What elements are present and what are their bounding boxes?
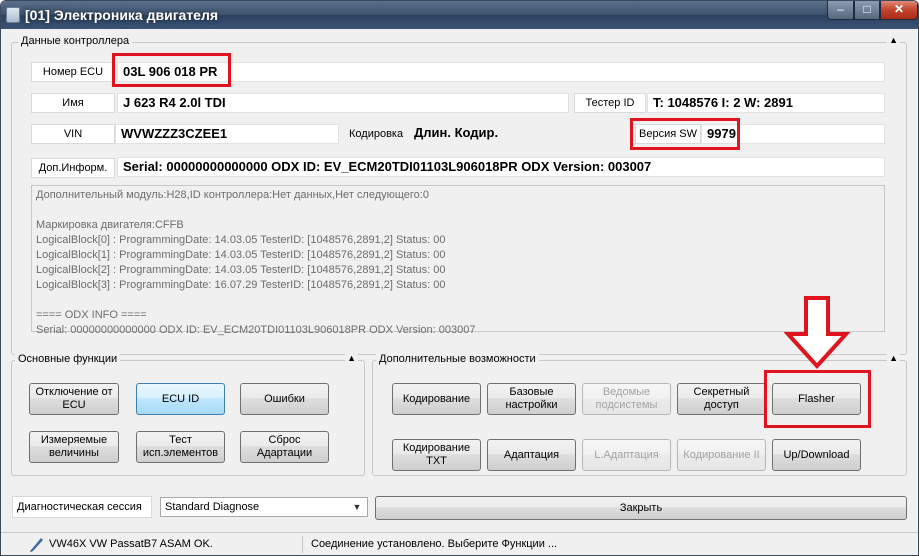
info-line xyxy=(36,293,880,308)
feather-pen-icon xyxy=(30,538,43,552)
l-adaptation-button[interactable]: L.Адаптация xyxy=(582,439,671,471)
info-line: Serial: 00000000000000 ODX ID: EV_ECM20T… xyxy=(36,324,476,336)
basic-settings-button[interactable]: Базовые настройки xyxy=(487,383,576,415)
coding-ii-button[interactable]: Кодирование II xyxy=(677,439,766,471)
close-button[interactable]: Закрыть xyxy=(375,496,907,520)
name-label: Имя xyxy=(31,93,115,113)
diagnostic-session-select[interactable]: Standard Diagnose ▼ xyxy=(160,497,368,517)
coding-label: Кодировка xyxy=(349,128,404,140)
info-line xyxy=(36,203,880,218)
down-arrow-annotation-icon xyxy=(784,296,851,369)
tester-id-value: T: 1048576 I: 2 W: 2891 xyxy=(647,93,885,113)
chevron-down-icon[interactable]: ▼ xyxy=(349,499,365,515)
app-window: [01] Электроника двигателя – □ ✕ Данные … xyxy=(0,0,919,556)
info-line: LogicalBlock[2] : ProgrammingDate: 14.03… xyxy=(36,264,446,276)
ecu-number-label: Номер ECU xyxy=(31,62,115,82)
info-line: Дополнительный модуль:H28,ID контроллера… xyxy=(36,189,429,201)
controller-data-legend: Данные контроллера xyxy=(18,35,133,47)
ecu-id-button[interactable]: ECU ID xyxy=(136,383,225,415)
sw-version-highlight xyxy=(630,118,740,150)
client-area: Данные контроллера ▲ Номер ECU 03L 906 0… xyxy=(9,30,911,550)
coding-txt-button[interactable]: Кодирование TXT xyxy=(392,439,481,471)
collapse-arrow-icon[interactable]: ▲ xyxy=(345,353,358,363)
diagnostic-session-value: Standard Diagnose xyxy=(165,501,260,513)
app-icon xyxy=(6,7,20,23)
info-text-box[interactable]: Дополнительный модуль:H28,ID контроллера… xyxy=(31,185,885,336)
minimize-button[interactable]: – xyxy=(827,1,854,20)
close-window-button[interactable]: ✕ xyxy=(880,1,918,20)
coding-value: Длин. Кодир. xyxy=(414,125,499,140)
info-line: Маркировка двигателя:CFFB xyxy=(36,219,184,231)
measured-values-button[interactable]: Измеряемые величины xyxy=(29,431,119,463)
collapse-arrow-icon[interactable]: ▲ xyxy=(887,353,900,363)
security-access-button[interactable]: Секретный доступ xyxy=(677,383,766,415)
maximize-button[interactable]: □ xyxy=(854,1,880,20)
info-line: LogicalBlock[1] : ProgrammingDate: 14.03… xyxy=(36,249,446,261)
slave-systems-button[interactable]: Ведомые подсистемы xyxy=(582,383,671,415)
extra-info-value: Serial: 00000000000000 ODX ID: EV_ECM20T… xyxy=(117,157,885,177)
info-line: ==== ODX INFO ==== xyxy=(36,309,147,321)
extra-features-legend: Дополнительные возможности xyxy=(376,353,539,365)
reset-adaptation-button[interactable]: Сброс Адартации xyxy=(240,431,329,463)
status-message: Соединение установлено. Выберите Функции… xyxy=(311,538,558,550)
errors-button[interactable]: Ошибки xyxy=(240,383,329,415)
diagnostic-session-label: Диагностическая сессия xyxy=(12,496,152,518)
tester-id-label: Тестер ID xyxy=(574,93,646,113)
ecu-number-highlight xyxy=(112,53,231,87)
ecu-number-value: 03L 906 018 PR xyxy=(117,62,885,82)
vin-label: VIN xyxy=(31,124,115,144)
actuator-test-button[interactable]: Тест исп.элементов xyxy=(136,431,225,463)
disconnect-ecu-button[interactable]: Отключение от ECU xyxy=(29,383,119,415)
up-download-button[interactable]: Up/Download xyxy=(772,439,861,471)
collapse-arrow-icon[interactable]: ▲ xyxy=(887,35,900,45)
status-bar: VW46X VW PassatB7 ASAM OK. Соединение ус… xyxy=(1,532,918,555)
info-line: LogicalBlock[3] : ProgrammingDate: 16.07… xyxy=(36,279,446,291)
status-connection: VW46X VW PassatB7 ASAM OK. xyxy=(49,536,303,553)
flasher-highlight xyxy=(764,370,871,428)
extra-info-label: Доп.Информ. xyxy=(31,158,115,178)
title-bar[interactable]: [01] Электроника двигателя – □ ✕ xyxy=(1,1,918,29)
name-value: J 623 R4 2.0l TDI xyxy=(117,93,569,113)
vin-value: WVWZZZ3CZEE1 xyxy=(115,124,339,144)
coding-button[interactable]: Кодирование xyxy=(392,383,481,415)
adaptation-button[interactable]: Адаптация xyxy=(487,439,576,471)
basic-functions-legend: Основные функции xyxy=(15,353,121,365)
info-line: LogicalBlock[0] : ProgrammingDate: 14.03… xyxy=(36,234,446,246)
window-title: [01] Электроника двигателя xyxy=(25,7,219,23)
